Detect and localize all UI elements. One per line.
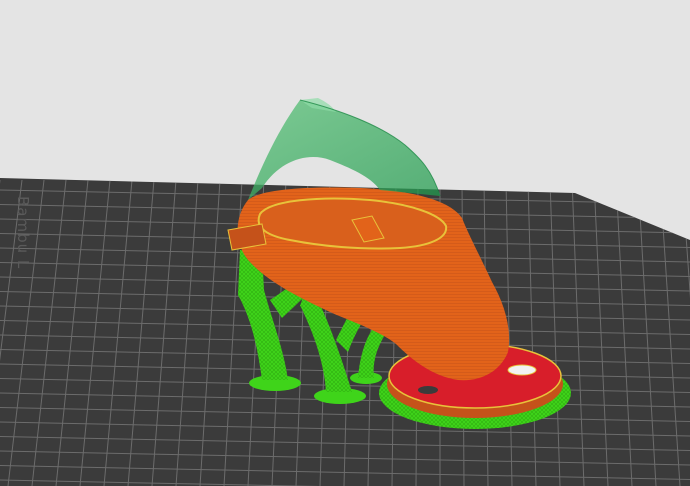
3d-viewport[interactable]: Bambu L [0,0,690,486]
mounting-hole [507,364,537,376]
bed-brand-label: Bambu L [14,196,32,269]
slicer-preview-scene[interactable]: Bambu L [0,0,690,486]
mounting-hole [418,386,438,394]
unsliced-preview-shell [248,98,441,200]
